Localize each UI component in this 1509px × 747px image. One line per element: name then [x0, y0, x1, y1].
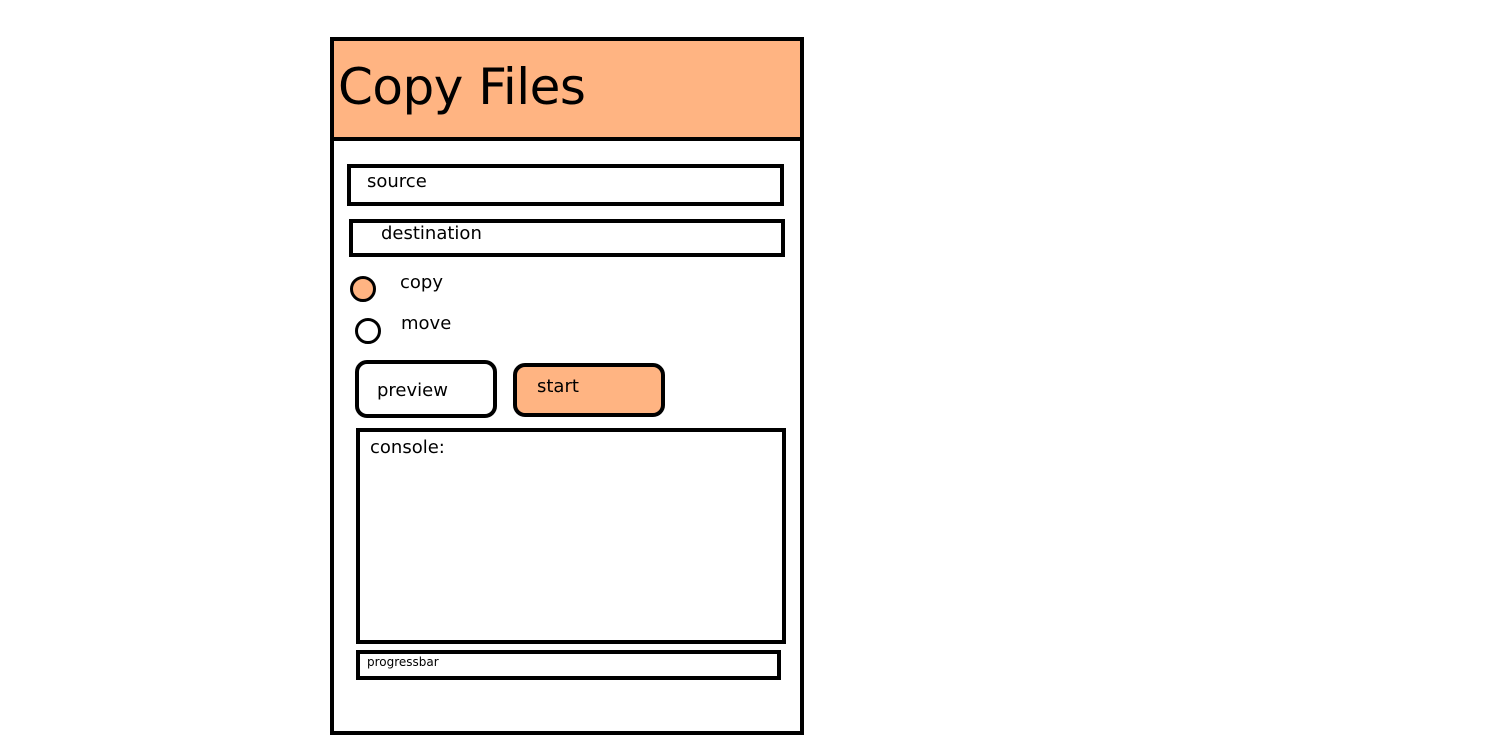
title-bar: Copy Files	[334, 41, 800, 141]
window-title: Copy Files	[338, 58, 586, 116]
move-radio-label: move	[401, 313, 452, 334]
copy-files-window: Copy Files source destination copy move …	[330, 37, 804, 735]
start-button[interactable]: start	[513, 363, 665, 417]
progress-bar: progressbar	[356, 650, 781, 680]
console-label: console:	[370, 437, 445, 458]
destination-placeholder: destination	[381, 223, 482, 244]
preview-button-label: preview	[377, 380, 448, 401]
progress-bar-label: progressbar	[367, 655, 439, 669]
mode-option-copy[interactable]: copy	[350, 272, 550, 306]
move-radio[interactable]	[355, 318, 381, 344]
preview-button[interactable]: preview	[355, 360, 497, 418]
copy-radio-label: copy	[400, 272, 443, 293]
source-input[interactable]: source	[347, 164, 784, 206]
copy-radio[interactable]	[350, 276, 376, 302]
canvas: Copy Files source destination copy move …	[0, 0, 1509, 747]
start-button-label: start	[537, 376, 579, 397]
source-placeholder: source	[367, 171, 427, 192]
mode-option-move[interactable]: move	[355, 313, 555, 348]
console-output[interactable]: console:	[356, 428, 786, 644]
destination-input[interactable]: destination	[349, 219, 785, 257]
